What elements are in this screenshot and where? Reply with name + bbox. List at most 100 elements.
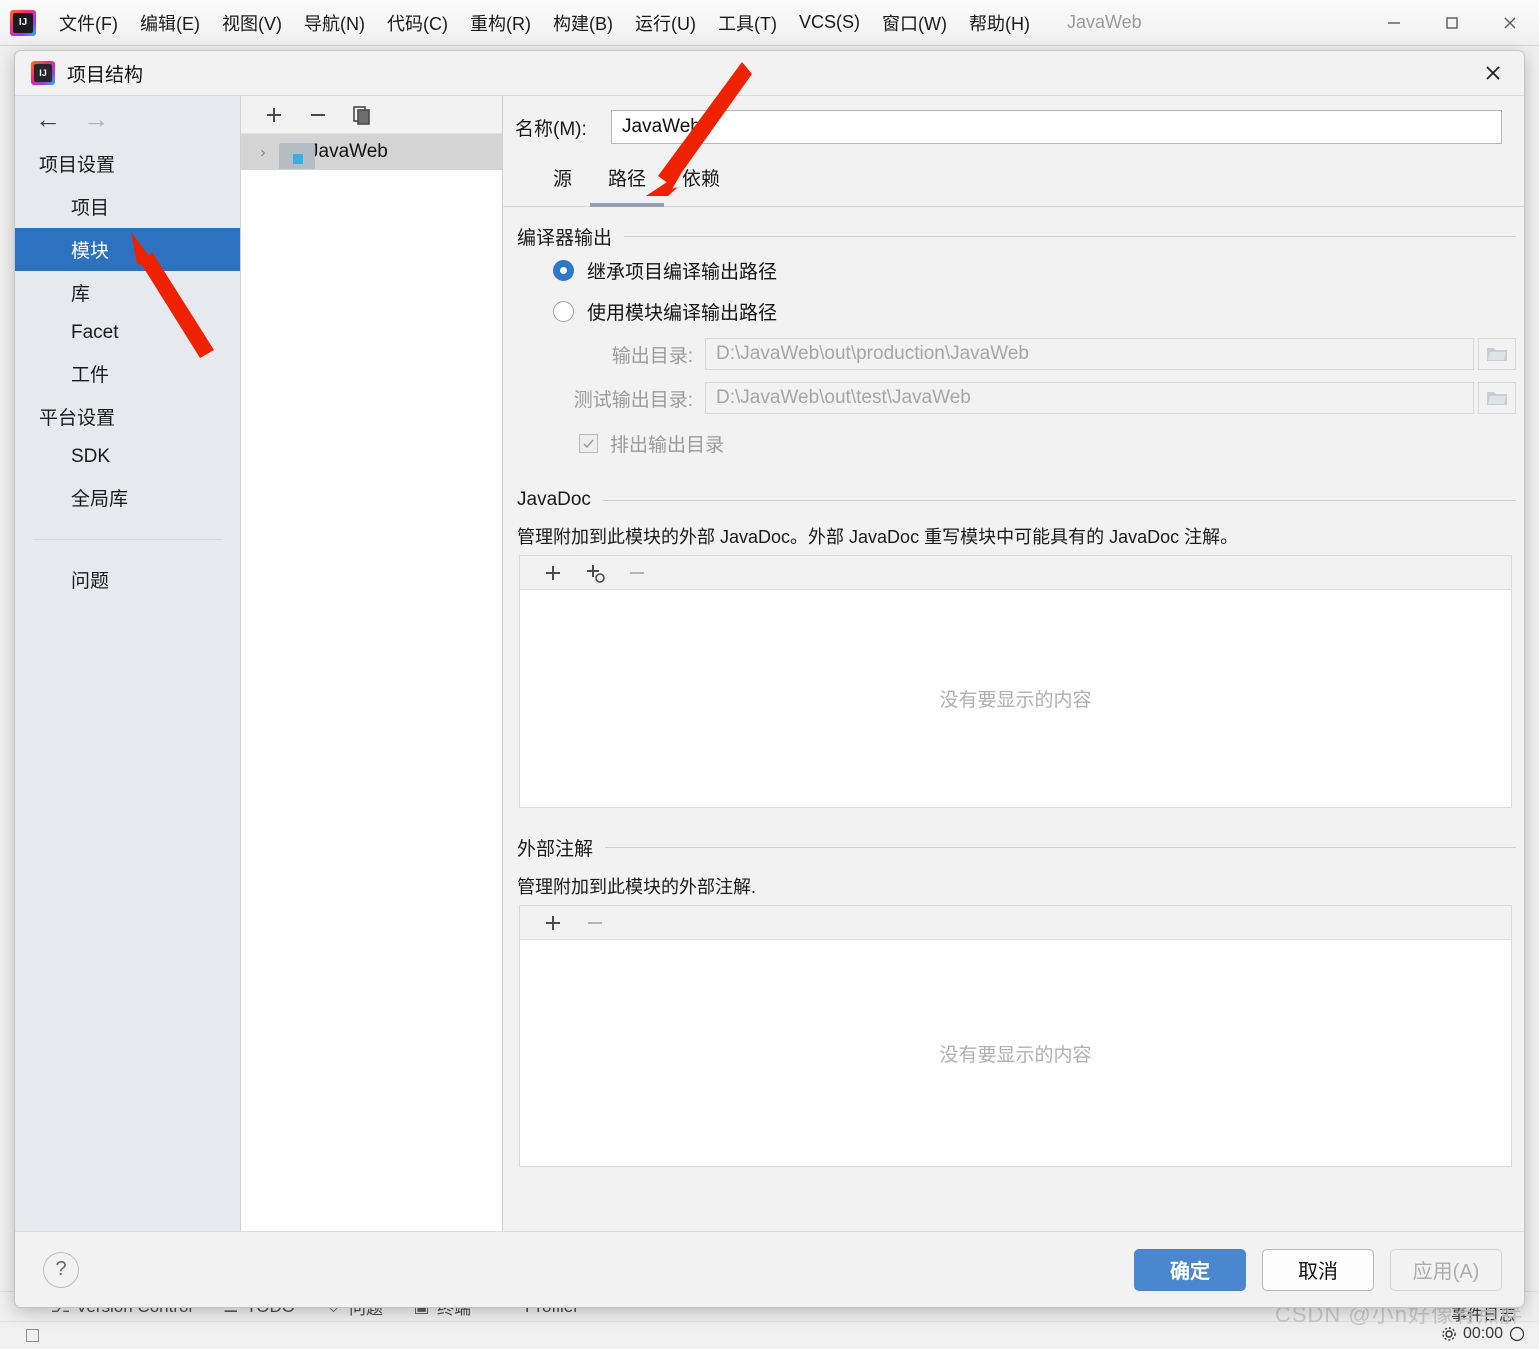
output-directory-browse-button[interactable] — [1478, 338, 1516, 370]
copy-icon — [353, 105, 370, 125]
external-annotations-toolbar — [519, 905, 1512, 939]
test-output-directory-browse-button[interactable] — [1478, 382, 1516, 414]
radio-button-icon[interactable] — [553, 260, 574, 281]
plus-icon — [546, 565, 560, 580]
module-settings-panel: 名称(M): 源路径依赖 编译器输出 继承项目编译输出路径 — [503, 96, 1524, 1231]
minimize-button[interactable] — [1365, 0, 1423, 46]
window-controls — [1365, 0, 1539, 46]
menu-item[interactable]: 工具(T) — [707, 6, 788, 40]
tab-1[interactable]: 路径 — [590, 154, 665, 207]
cancel-button[interactable]: 取消 — [1262, 1248, 1374, 1291]
module-name: JavaWeb — [309, 141, 388, 162]
menu-item[interactable]: 帮助(H) — [958, 6, 1041, 40]
external-annotations-header: 外部注解 — [515, 834, 1516, 861]
event-log-time-row: 00:00 — [1441, 1325, 1525, 1343]
menu-item[interactable]: 构建(B) — [542, 6, 624, 40]
ide-menu-bar: 文件(F)编辑(E)视图(V)导航(N)代码(C)重构(R)构建(B)运行(U)… — [0, 0, 1539, 46]
sidebar-history-controls: ← → — [15, 96, 240, 142]
folder-icon — [1487, 348, 1507, 361]
menu-item[interactable]: 运行(U) — [624, 6, 707, 40]
chevron-right-icon[interactable]: › — [255, 144, 271, 161]
external-annotations-title: 外部注解 — [517, 839, 594, 860]
output-directory-input[interactable]: D:\JavaWeb\out\production\JavaWeb — [705, 338, 1474, 370]
check-icon — [583, 439, 594, 449]
external-annotations-list-box[interactable]: 没有要显示的内容 — [519, 939, 1512, 1167]
dialog-app-icon — [31, 61, 55, 85]
menu-item[interactable]: 视图(V) — [211, 6, 293, 40]
dialog-close-button[interactable] — [1470, 53, 1516, 93]
test-output-directory-row: 测试输出目录: D:\JavaWeb\out\test\JavaWeb — [515, 376, 1516, 420]
close-window-button[interactable] — [1481, 0, 1539, 46]
sidebar-item-模块[interactable]: 模块 — [15, 228, 240, 271]
add-javadoc-url-button[interactable] — [582, 560, 608, 586]
paths-tab-panel: 编译器输出 继承项目编译输出路径 使用模块编译输出路径 输出目录: D:\Jav… — [503, 207, 1524, 1231]
close-icon — [1486, 66, 1500, 80]
add-javadoc-path-button[interactable] — [540, 560, 566, 586]
section-divider — [602, 499, 1516, 501]
sidebar-item-sdk[interactable]: SDK — [15, 438, 240, 476]
intellij-idea-logo-icon — [10, 9, 36, 36]
module-list-item[interactable]: › JavaWeb — [241, 134, 502, 170]
external-annotations-empty-text: 没有要显示的内容 — [939, 1044, 1092, 1066]
javadoc-list-box[interactable]: 没有要显示的内容 — [519, 589, 1512, 808]
external-annotations-description: 管理附加到此模块的外部注解. — [517, 877, 756, 897]
apply-button[interactable]: 应用(A) — [1390, 1248, 1502, 1291]
sidebar-item-全局库[interactable]: 全局库 — [15, 476, 240, 519]
menu-item[interactable]: 编辑(E) — [129, 6, 211, 40]
folder-icon — [279, 143, 315, 169]
compiler-output-section: 编译器输出 继承项目编译输出路径 使用模块编译输出路径 输出目录: D:\Jav… — [515, 223, 1516, 463]
radio-button-icon[interactable] — [553, 301, 574, 322]
menu-item[interactable]: 导航(N) — [293, 6, 376, 40]
sidebar-item-facet[interactable]: Facet — [15, 314, 240, 352]
exclude-output-paths-row[interactable]: 排出输出目录 — [515, 420, 1516, 463]
maximize-button[interactable] — [1423, 0, 1481, 46]
tab-0[interactable]: 源 — [535, 154, 590, 207]
dialog-action-buttons: 确定 取消 应用(A) — [1134, 1248, 1502, 1291]
help-circle-icon[interactable] — [1509, 1326, 1525, 1342]
sidebar-item-库[interactable]: 库 — [15, 271, 240, 314]
add-module-button[interactable] — [261, 102, 287, 128]
status-square-icon — [26, 1329, 39, 1342]
menu-item[interactable]: 窗口(W) — [871, 6, 958, 40]
minus-icon — [311, 113, 325, 116]
gear-icon[interactable] — [1441, 1326, 1457, 1342]
project-structure-dialog: 项目结构 ← → 项目设置项目模块库Facet工件平台设置 SDK全局库问题 — [14, 50, 1525, 1308]
compiler-output-title: 编译器输出 — [517, 228, 613, 249]
test-output-directory-label: 测试输出目录: — [573, 389, 693, 411]
dialog-body: ← → 项目设置 项目 模块库 Facet 工件 平台设置 SDK 全局库 问题 › JavaWe… — [15, 95, 1524, 1231]
ide-status-bar — [0, 1321, 1539, 1349]
event-log-time: 00:00 — [1462, 1325, 1503, 1342]
maximize-icon — [1446, 17, 1458, 29]
test-output-directory-input[interactable]: D:\JavaWeb\out\test\JavaWeb — [705, 382, 1474, 414]
menu-item[interactable]: 文件(F) — [48, 6, 129, 40]
sidebar-item-工件[interactable]: 工件 — [15, 352, 240, 395]
tab-2[interactable]: 依赖 — [664, 154, 738, 207]
section-divider — [624, 236, 1516, 237]
folder-icon — [1487, 392, 1507, 405]
exclude-output-paths-label: 排出输出目录 — [610, 435, 725, 456]
javadoc-empty-text: 没有要显示的内容 — [939, 690, 1092, 711]
ok-button[interactable]: 确定 — [1134, 1248, 1246, 1291]
copy-module-button[interactable] — [349, 102, 375, 128]
remove-module-button[interactable] — [305, 102, 331, 128]
remove-javadoc-path-button[interactable] — [624, 560, 650, 586]
minus-icon — [588, 921, 602, 924]
plus-icon — [546, 915, 560, 930]
checkbox-icon[interactable] — [579, 434, 598, 453]
menu-item[interactable]: VCS(S) — [788, 8, 871, 37]
menu-item[interactable]: 代码(C) — [376, 6, 459, 40]
module-name-input[interactable] — [611, 110, 1502, 144]
radio-use-module-output[interactable]: 使用模块编译输出路径 — [515, 291, 1516, 332]
menu-item[interactable]: 重构(R) — [459, 6, 542, 40]
dialog-footer: ? 确定 取消 应用(A) — [15, 1231, 1524, 1307]
back-arrow-icon[interactable]: ← — [35, 106, 61, 132]
add-annotation-path-button[interactable] — [540, 910, 566, 936]
sidebar-item-problems[interactable]: 问题 — [15, 558, 240, 601]
sidebar-item-项目[interactable]: 项目 — [15, 185, 240, 228]
remove-annotation-path-button[interactable] — [582, 910, 608, 936]
radio-label: 使用模块编译输出路径 — [587, 303, 778, 324]
radio-inherit-project-output[interactable]: 继承项目编译输出路径 — [515, 250, 1516, 291]
radio-label: 继承项目编译输出路径 — [587, 262, 778, 283]
help-button[interactable]: ? — [43, 1251, 79, 1288]
forward-arrow-icon[interactable]: → — [83, 106, 109, 132]
